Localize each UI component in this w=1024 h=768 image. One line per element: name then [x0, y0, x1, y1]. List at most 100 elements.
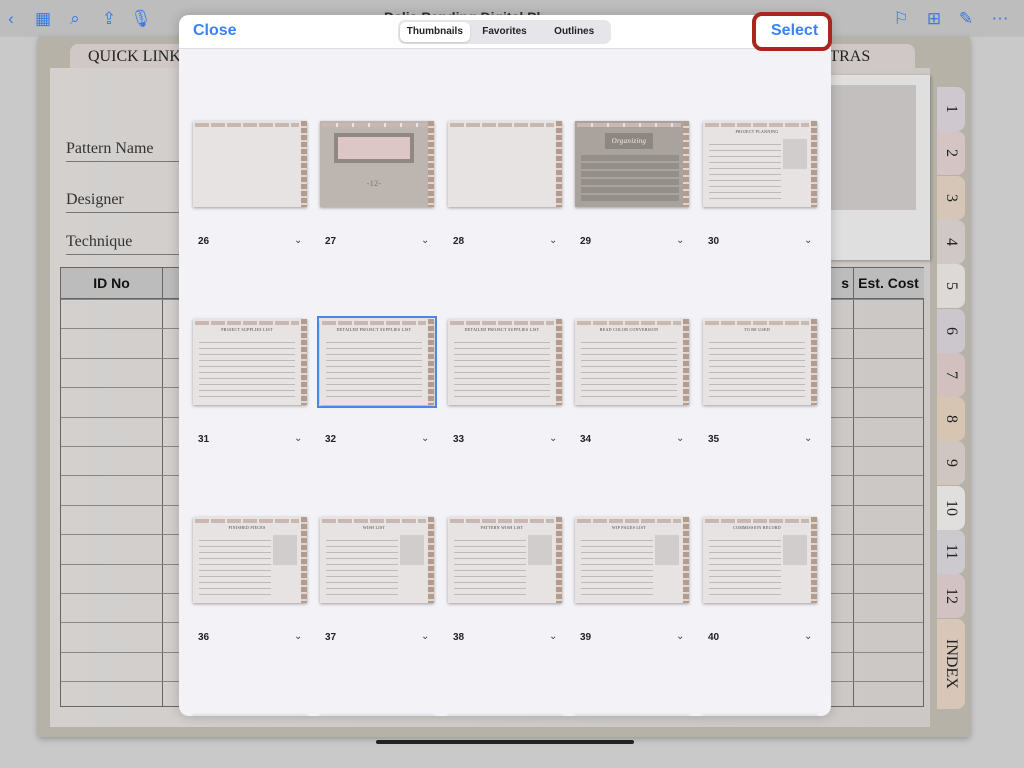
page-number-label: 39	[580, 632, 592, 643]
tab-favorites[interactable]: Favorites	[470, 22, 540, 42]
photo-frame	[830, 75, 930, 260]
thumbnail-title: WISH LIST	[362, 525, 386, 530]
chevron-down-icon[interactable]: ⌄	[676, 631, 684, 642]
page-thumbnail-36[interactable]: FINISHED PIECES	[193, 517, 307, 603]
home-indicator[interactable]	[376, 740, 634, 744]
chevron-down-icon[interactable]: ⌄	[804, 433, 812, 444]
add-page-icon[interactable]: ⊞	[923, 8, 945, 30]
page-number-label: 36	[198, 632, 210, 643]
chevron-down-icon[interactable]: ⌄	[421, 235, 429, 246]
page-thumbnail-27[interactable]: -12-	[320, 121, 434, 207]
page-number-label: 27	[325, 236, 337, 247]
pattern-name-field[interactable]: Pattern Name	[66, 140, 186, 162]
thumbnail-title: PROJECT SUPPLIES LIST	[221, 327, 273, 332]
tab-outlines[interactable]: Outlines	[539, 22, 609, 42]
chevron-down-icon[interactable]: ⌄	[549, 235, 557, 246]
thumbnail-title: FINISHED PIECES	[228, 525, 266, 530]
thumbnail-title: -12-	[366, 179, 382, 188]
section-tab-9[interactable]: 9	[937, 441, 965, 486]
page-thumbnail-partial[interactable]	[575, 715, 689, 716]
view-segmented-control: Thumbnails Favorites Outlines	[398, 20, 611, 44]
section-tab-7[interactable]: 7	[937, 352, 965, 397]
chevron-down-icon[interactable]: ⌄	[804, 235, 812, 246]
section-tab-11[interactable]: 11	[937, 530, 965, 574]
microphone-icon[interactable]: 🎙	[130, 8, 152, 30]
section-tab-5[interactable]: 5	[937, 264, 965, 309]
more-icon[interactable]: ⋯	[989, 8, 1011, 30]
page-number-label: 28	[453, 236, 465, 247]
share-icon[interactable]: ⇪	[98, 8, 120, 30]
thumbnail-title: DETAILED PROJECT SUPPLIES LIST	[464, 327, 540, 332]
page-thumbnail-partial[interactable]	[193, 715, 307, 716]
page-thumbnail-30[interactable]: PROJECT PLANNING	[703, 121, 817, 207]
chevron-down-icon[interactable]: ⌄	[549, 433, 557, 444]
page-number-label: 32	[325, 434, 337, 445]
section-tab-12[interactable]: 12	[937, 574, 965, 619]
page-thumbnail-39[interactable]: WIP PAGES LIST	[575, 517, 689, 603]
bookmark-icon[interactable]: ⚐	[890, 8, 912, 30]
page-thumbnail-partial[interactable]	[703, 715, 817, 716]
section-tab-8[interactable]: 8	[937, 397, 965, 442]
page-number-label: 30	[708, 236, 720, 247]
thumbnail-title: WIP PAGES LIST	[611, 525, 647, 530]
pencil-circle-icon[interactable]: ✎	[955, 8, 977, 30]
grid-icon[interactable]: ▦	[32, 8, 54, 30]
header-id-no: ID No	[61, 268, 162, 299]
page-thumbnail-34[interactable]: BEAD COLOR CONVERSION	[575, 319, 689, 405]
tab-thumbnails[interactable]: Thumbnails	[400, 22, 470, 42]
thumbnail-title: PATTERN WISH LIST	[480, 525, 524, 530]
page-number-label: 33	[453, 434, 465, 445]
page-thumbnail-29[interactable]: Organizing	[575, 121, 689, 207]
chevron-down-icon[interactable]: ⌄	[421, 433, 429, 444]
chevron-down-icon[interactable]: ⌄	[421, 631, 429, 642]
technique-field[interactable]: Technique	[66, 233, 186, 255]
thumbnail-title: TO BE USED	[744, 327, 770, 332]
page-thumbnail-26[interactable]	[193, 121, 307, 207]
page-thumbnail-35[interactable]: TO BE USED	[703, 319, 817, 405]
chevron-down-icon[interactable]: ⌄	[294, 235, 302, 246]
thumbnail-title: COMMISSION RECORD	[733, 525, 781, 530]
header-est-cost: Est. Cost	[853, 268, 924, 299]
thumbnail-title: BEAD COLOR CONVERSION	[599, 327, 659, 332]
section-tab-index[interactable]: INDEX	[937, 618, 965, 709]
page-number-label: 34	[580, 434, 592, 445]
page-number-label: 37	[325, 632, 337, 643]
modal-header: Close Thumbnails Favorites Outlines Sele…	[179, 15, 831, 49]
page-number-label: 40	[708, 632, 720, 643]
page-thumbnail-32[interactable]: DETAILED PROJECT SUPPLIES LIST	[317, 316, 437, 408]
section-tab-10[interactable]: 10	[937, 485, 965, 530]
chevron-down-icon[interactable]: ⌄	[676, 433, 684, 444]
page-thumbnail-partial[interactable]	[448, 715, 562, 716]
page-thumbnail-33[interactable]: DETAILED PROJECT SUPPLIES LIST	[448, 319, 562, 405]
page-thumbnail-37[interactable]: WISH LIST	[320, 517, 434, 603]
page-thumbnail-28[interactable]	[448, 121, 562, 207]
search-icon[interactable]: ⌕	[64, 8, 86, 30]
thumbnail-title: Organizing	[611, 137, 647, 145]
page-thumbnail-partial[interactable]	[320, 715, 434, 716]
section-tab-4[interactable]: 4	[937, 219, 965, 264]
page-number-label: 26	[198, 236, 210, 247]
page-thumbnail-40[interactable]: COMMISSION RECORD	[703, 517, 817, 603]
page-number-label: 38	[453, 632, 465, 643]
thumbnail-title: PROJECT PLANNING	[735, 129, 779, 134]
page-thumbnail-31[interactable]: PROJECT SUPPLIES LIST	[193, 319, 307, 405]
section-tab-6[interactable]: 6	[937, 308, 965, 353]
chevron-down-icon[interactable]: ⌄	[804, 631, 812, 642]
page-thumbnail-38[interactable]: PATTERN WISH LIST	[448, 517, 562, 603]
thumbnail-title: DETAILED PROJECT SUPPLIES LIST	[336, 327, 412, 332]
chevron-down-icon[interactable]: ⌄	[549, 631, 557, 642]
section-tab-2[interactable]: 2	[937, 131, 965, 176]
page-navigator-modal: Close Thumbnails Favorites Outlines Sele…	[179, 15, 831, 716]
section-tab-1[interactable]: 1	[937, 87, 965, 131]
chevron-down-icon[interactable]: ⌄	[676, 235, 684, 246]
chevron-left-icon[interactable]: ‹	[0, 8, 22, 30]
designer-field[interactable]: Designer	[66, 191, 186, 213]
page-number-label: 29	[580, 236, 592, 247]
page-number-label: 35	[708, 434, 720, 445]
chevron-down-icon[interactable]: ⌄	[294, 631, 302, 642]
select-highlight-ring	[752, 12, 832, 51]
chevron-down-icon[interactable]: ⌄	[294, 433, 302, 444]
page-number-label: 31	[198, 434, 210, 445]
section-tab-3[interactable]: 3	[937, 175, 965, 220]
close-button[interactable]: Close	[193, 22, 237, 40]
